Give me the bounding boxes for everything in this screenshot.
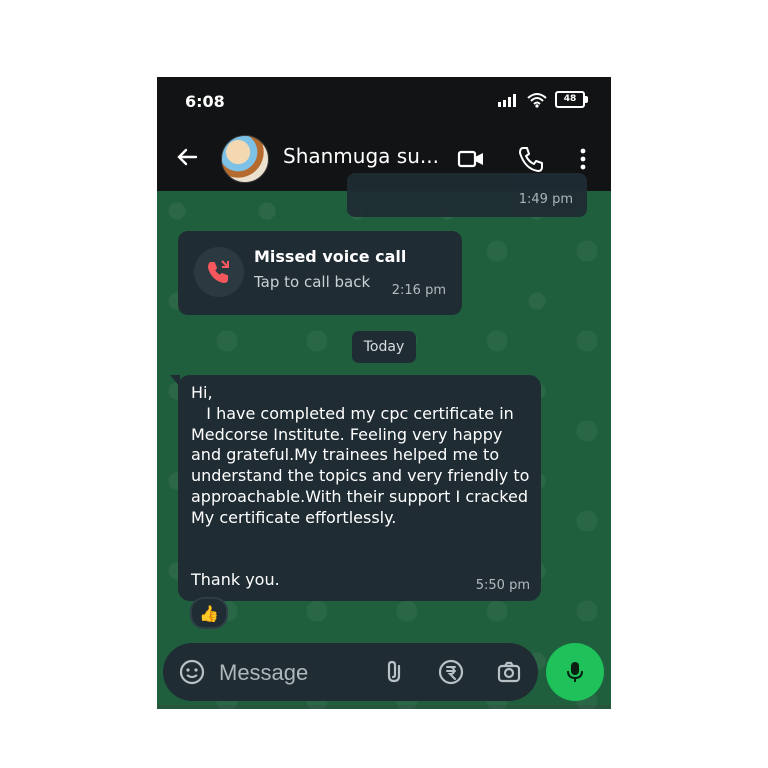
missed-call-title: Missed voice call [254,247,407,266]
message-composer [163,643,538,701]
phone-screen: 6:08 48 Shanmuga su... 1:49 pm Missed vo… [157,77,611,709]
previous-message-bubble[interactable]: 1:49 pm [347,173,587,217]
rupee-icon[interactable] [437,658,465,686]
mic-icon [567,662,583,682]
phone-icon[interactable] [517,145,545,173]
message-input[interactable] [217,653,371,693]
message-time: 5:50 pm [475,578,530,593]
message-time: 1:49 pm [518,192,573,207]
thumbs-up-reaction: 👍 [199,603,219,623]
wifi-icon [527,92,547,108]
message-text: Hi, I have completed my cpc certificate … [191,383,530,590]
battery-icon: 48 [555,91,588,108]
status-icons: 48 [497,91,588,108]
video-call-icon[interactable] [457,145,485,173]
message-bubble[interactable]: Hi, I have completed my cpc certificate … [170,375,541,601]
battery-level: 48 [563,94,577,104]
message-time: 2:16 pm [391,283,446,298]
reaction-badge[interactable]: 👍 [190,597,228,629]
status-time: 6:08 [185,92,225,111]
attachment-icon[interactable] [381,658,409,686]
signal-icon [498,93,516,107]
screen-bottom-edge [157,705,611,709]
mic-button[interactable] [546,643,604,701]
contact-name[interactable]: Shanmuga su... [283,144,439,168]
missed-call-subtitle[interactable]: Tap to call back [254,273,370,291]
missed-call-icon [207,260,229,284]
missed-call-bubble[interactable]: Missed voice call Tap to call back 2:16 … [178,231,462,315]
avatar[interactable] [221,135,269,183]
camera-icon[interactable] [495,658,523,686]
date-divider: Today [352,331,416,363]
missed-call-icon-wrap [194,247,244,297]
more-options-icon[interactable] [571,145,595,173]
status-bar: 6:08 48 [157,77,611,125]
sticker-icon[interactable] [178,658,206,686]
back-arrow-icon[interactable] [174,144,200,170]
